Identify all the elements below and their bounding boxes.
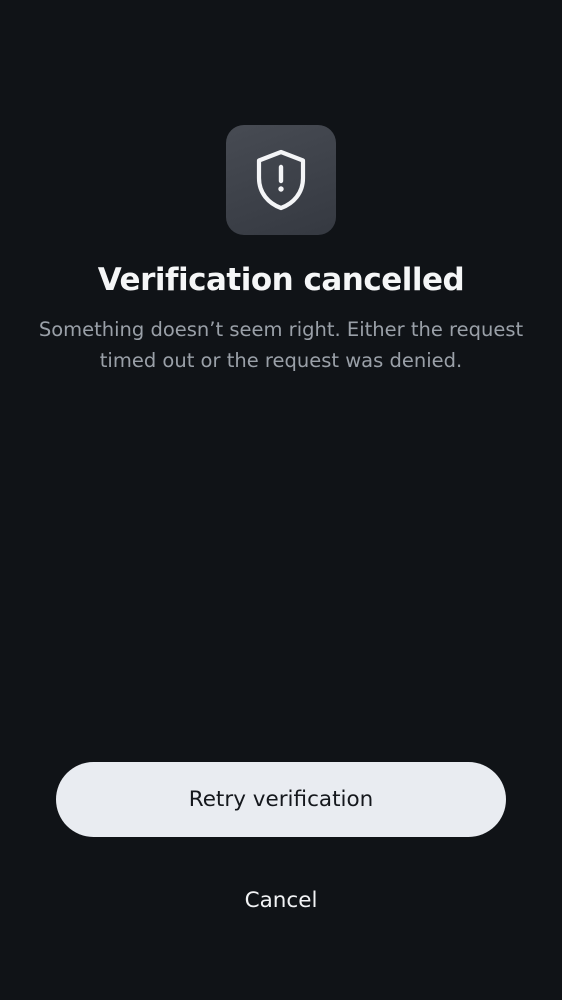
verification-cancelled-screen: Verification cancelled Something doesn’t… xyxy=(0,0,562,1000)
status-icon-tile xyxy=(226,125,336,235)
page-title: Verification cancelled xyxy=(97,262,465,298)
retry-verification-button[interactable]: Retry verification xyxy=(56,762,506,837)
status-message: Something doesn’t seem right. Either the… xyxy=(38,318,524,372)
shield-alert-icon xyxy=(256,149,306,211)
cancel-button[interactable]: Cancel xyxy=(181,872,381,928)
